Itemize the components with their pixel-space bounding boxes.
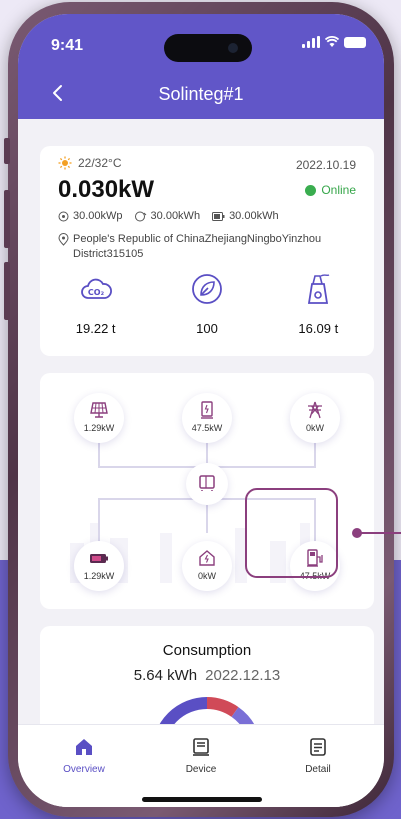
address-text: People's Republic of ChinaZhejiangNingbo… (73, 233, 322, 260)
co2-cloud-icon: CO₂ (80, 278, 112, 299)
battery-node-value: 1.29kW (83, 571, 115, 581)
tree-metric: 100 (162, 272, 252, 336)
device-icon (193, 738, 209, 756)
dynamic-island (164, 34, 252, 62)
coal-metric: 16.09 t (273, 272, 363, 336)
callout-pointer-line (356, 532, 401, 534)
grid-node-value: 0kW (306, 423, 324, 433)
grid-tower-icon (308, 401, 322, 419)
tab-device-label: Device (185, 764, 217, 775)
load-node[interactable]: 0kW (182, 541, 232, 591)
app-header: 9:41 Solinteg#1 (18, 14, 384, 119)
energy-stat: 30.00kWh (134, 210, 201, 222)
inverter-unit-icon (201, 401, 213, 419)
consumption-date: 2022.12.13 (205, 667, 281, 684)
co2-value: 19.22 t (75, 321, 116, 336)
capacity-gauge-icon (58, 211, 69, 221)
storage-stat: 30.00kWh (212, 210, 279, 222)
tab-overview-label: Overview (63, 764, 105, 775)
phone-volume-down-button (4, 262, 10, 320)
ev-charger-highlight (245, 488, 338, 578)
overview-card: 22/32°C 2022.10.19 0.030kW Online 30.00k… (40, 146, 374, 356)
phone-side-button (4, 138, 10, 164)
svg-text:CO₂: CO₂ (88, 288, 105, 297)
battery-node[interactable]: 1.29kW (74, 541, 124, 591)
load-node-value: 0kW (198, 571, 216, 581)
online-status-badge: Online (305, 183, 356, 197)
status-time: 9:41 (51, 37, 84, 54)
inverter-node[interactable]: 47.5kW (182, 393, 232, 443)
storage-kwh: 30.00kWh (229, 210, 279, 222)
tab-device[interactable]: Device (161, 737, 241, 775)
tab-detail[interactable]: Detail (278, 737, 358, 775)
signal-icon (302, 36, 320, 48)
bottom-tab-bar: Overview Device Detail (18, 724, 384, 807)
energy-icon (134, 211, 146, 221)
tree-value: 100 (196, 321, 218, 336)
energy-kwh: 30.00kWh (150, 210, 201, 222)
solar-node[interactable]: 1.29kW (74, 393, 124, 443)
camera-icon (228, 43, 238, 53)
solar-node-value: 1.29kW (83, 423, 115, 433)
capacity-stat: 30.00kWp (58, 210, 123, 222)
page-title: Solinteg#1 (158, 84, 244, 104)
online-status-text: Online (321, 183, 356, 197)
location-pin-icon (58, 233, 69, 246)
home-indicator (142, 797, 262, 802)
coal-value: 16.09 t (298, 321, 339, 336)
inverter-node-value: 47.5kW (191, 423, 223, 433)
home-load-icon (199, 550, 215, 566)
wifi-icon (325, 36, 339, 47)
sun-icon (58, 156, 72, 170)
phone-screen: 9:41 Solinteg#1 22/32°C 2022.10.19 0.030… (18, 14, 384, 807)
detail-icon (310, 738, 326, 756)
capacity-kwp: 30.00kWp (73, 210, 123, 222)
storage-battery-icon (212, 211, 225, 221)
weather-info: 22/32°C (58, 156, 122, 170)
home-icon (76, 739, 92, 755)
current-power: 0.030kW (58, 176, 155, 203)
leaf-icon (192, 274, 222, 304)
callout-pointer-dot (352, 528, 362, 538)
factory-icon (308, 274, 330, 304)
battery-status-icon (344, 36, 366, 48)
solar-panel-icon (90, 402, 108, 418)
consumption-title: Consumption (162, 642, 252, 659)
tab-overview[interactable]: Overview (44, 737, 124, 775)
online-status-icon (305, 184, 317, 196)
site-address: People's Republic of ChinaZhejiangNingbo… (58, 232, 368, 262)
consumption-value: 5.64 kWh (133, 667, 198, 684)
co2-metric: CO₂ 19.22 t (51, 272, 141, 336)
grid-node[interactable]: 0kW (290, 393, 340, 443)
temperature-text: 22/32°C (78, 156, 122, 170)
status-icons (302, 36, 366, 48)
capacity-stats: 30.00kWp 30.00kWh 30.00kWh (58, 210, 279, 222)
tab-detail-label: Detail (305, 764, 331, 775)
environment-metrics: CO₂ 19.22 t 100 16.09 t (40, 272, 374, 336)
inverter-hub-node[interactable] (186, 463, 228, 505)
phone-volume-up-button (4, 190, 10, 248)
battery-icon (90, 554, 108, 563)
inverter-hub-icon (199, 475, 215, 491)
overview-date: 2022.10.19 (295, 158, 356, 172)
consumption-summary: 5.64 kWh 2022.12.13 (40, 667, 374, 684)
